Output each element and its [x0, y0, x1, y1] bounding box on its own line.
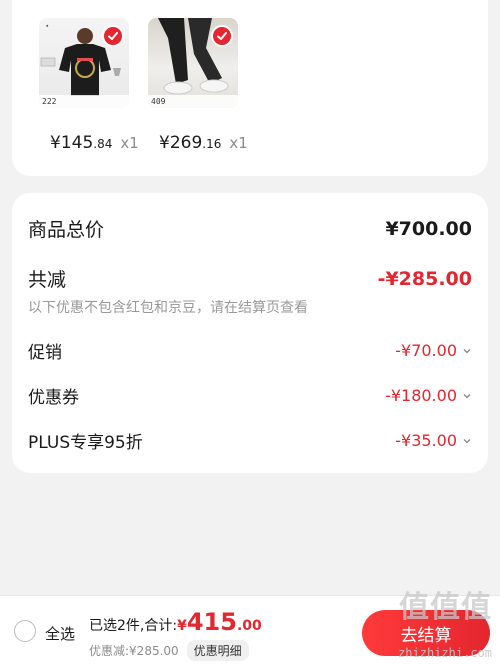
product-image-tag: 222 [39, 95, 129, 108]
chevron-down-icon [463, 348, 471, 353]
plus-discount-value-wrap: -¥35.00 [395, 431, 472, 450]
svg-text:⋆: ⋆ [45, 22, 49, 30]
product-quantity: x1 [229, 134, 248, 152]
promotion-value-wrap: -¥70.00 [395, 341, 472, 360]
product-image[interactable]: 409 [148, 18, 238, 108]
select-all-label[interactable]: 全选 [45, 623, 75, 644]
selected-check-icon[interactable] [102, 25, 124, 47]
discount-amount-text: 优惠减:¥285.00 [89, 644, 179, 658]
discount-note: 以下优惠不包含红包和京豆，请在结算页查看 [28, 300, 308, 316]
products-card: ⋆ 222 409 ¥145.84 x1 ¥269.16 x1 [12, 0, 488, 176]
product-quantity: x1 [120, 134, 139, 152]
total-amount-decimal: .00 [236, 618, 262, 634]
coupon-row[interactable]: 优惠券 -¥180.00 [28, 383, 472, 408]
product-price: ¥145.84 x1 [50, 133, 139, 153]
coupon-value-wrap: -¥180.00 [385, 386, 472, 405]
reduction-row: 共减 -¥285.00 [28, 265, 472, 292]
price-decimal: .84 [93, 137, 113, 151]
chevron-down-icon [463, 393, 471, 398]
chevron-down-icon [463, 438, 471, 443]
total-price-value: ¥700.00 [385, 217, 472, 240]
price-integer: 269 [169, 133, 203, 153]
site-watermark: 值值值 [399, 590, 492, 625]
price-decimal: .16 [202, 137, 222, 151]
total-currency: ¥ [177, 618, 187, 634]
plus-discount-value: -¥35.00 [395, 431, 457, 450]
product-image-tag: 409 [148, 95, 238, 108]
coupon-value: -¥180.00 [385, 386, 457, 405]
selected-check-icon[interactable] [211, 25, 233, 47]
reduction-label: 共减 [28, 269, 67, 291]
total-price-row: 商品总价 ¥700.00 [28, 215, 472, 242]
product-item[interactable]: 409 [148, 18, 238, 108]
coupon-label: 优惠券 [28, 388, 79, 408]
price-summary-card: 商品总价 ¥700.00 共减 -¥285.00 以下优惠不包含红包和京豆，请在… [12, 193, 488, 473]
total-amount-integer: 415 [186, 608, 237, 636]
promotion-row[interactable]: 促销 -¥70.00 [28, 338, 472, 363]
promotion-label: 促销 [28, 343, 62, 363]
product-item[interactable]: ⋆ 222 [39, 18, 129, 108]
select-all-radio[interactable] [14, 620, 36, 642]
site-watermark-url: zhizhizhi.com [398, 646, 492, 660]
reduction-value: -¥285.00 [377, 267, 472, 290]
plus-discount-row[interactable]: PLUS专享95折 -¥35.00 [28, 428, 472, 453]
promotion-value: -¥70.00 [395, 341, 457, 360]
discount-detail-button[interactable]: 优惠明细 [186, 640, 249, 661]
product-image[interactable]: ⋆ 222 [39, 18, 129, 108]
total-price-label: 商品总价 [28, 219, 105, 241]
price-integer: 145 [60, 133, 94, 153]
selected-count-text: 已选2件,合计: [89, 618, 178, 634]
discount-summary-line: 优惠减:¥285.00 优惠明细 [89, 640, 249, 661]
price-symbol: ¥ [50, 133, 61, 153]
selected-total-line: 已选2件,合计: ¥ 415 .00 [89, 608, 262, 636]
plus-discount-label: PLUS专享95折 [28, 433, 143, 453]
product-price: ¥269.16 x1 [159, 133, 248, 153]
price-symbol: ¥ [159, 133, 170, 153]
